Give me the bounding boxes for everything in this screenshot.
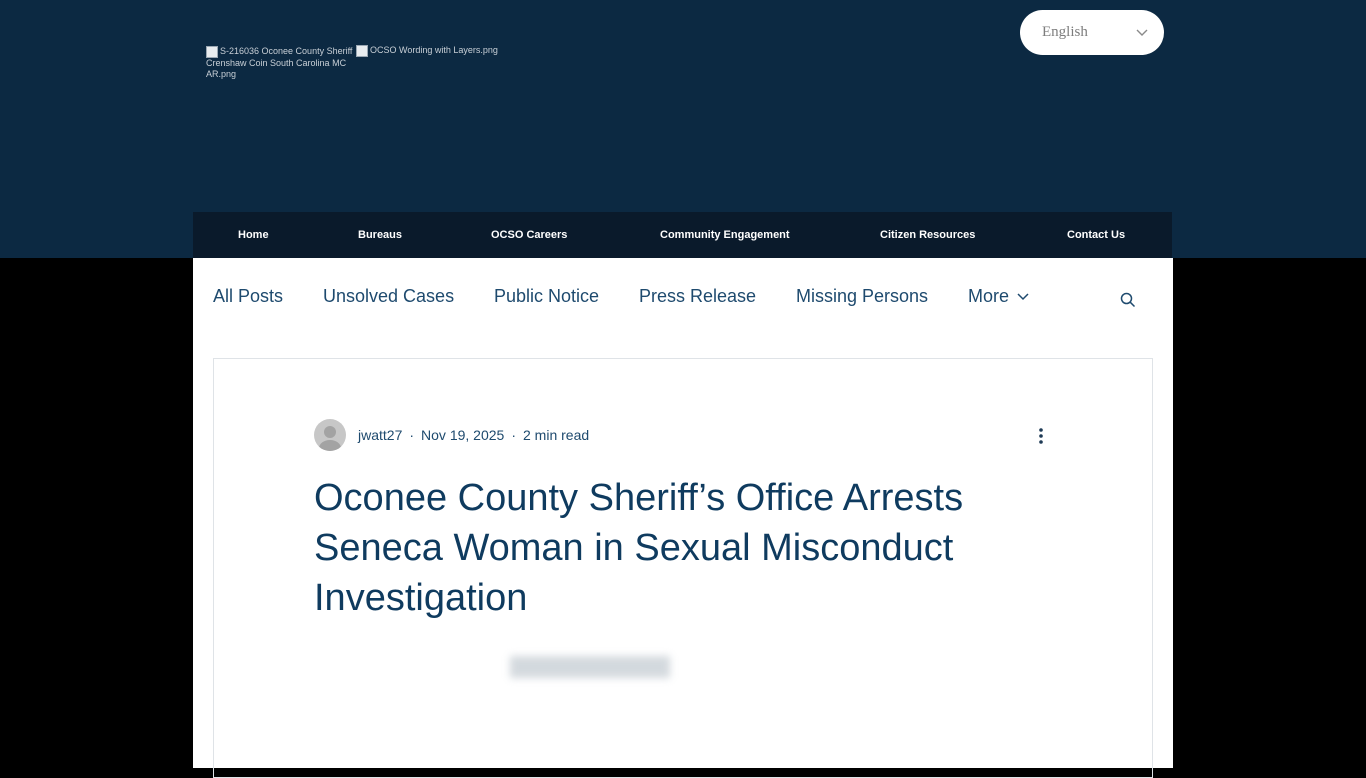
ocso-wording-logo-alt: OCSO Wording with Layers.png [370,45,498,55]
search-icon[interactable] [1119,291,1137,309]
category-public-notice[interactable]: Public Notice [494,286,599,307]
loading-placeholder [510,656,670,678]
nav-item-community-engagement[interactable]: Community Engagement [660,212,790,258]
chevron-down-icon [1017,292,1029,300]
category-press-release[interactable]: Press Release [639,286,756,307]
main-navigation: Home Bureaus OCSO Careers Community Enga… [193,212,1172,258]
post-meta: jwatt27 · Nov 19, 2025 · 2 min read [314,419,589,451]
broken-image-icon [206,46,218,58]
broken-image-icon [356,45,368,57]
category-all-posts[interactable]: All Posts [213,286,283,307]
post-date: Nov 19, 2025 [421,427,505,443]
post-title: Oconee County Sheriff’s Office Arrests S… [314,477,964,619]
post-read-time: 2 min read [523,427,590,443]
user-icon [319,426,341,451]
sheriff-coin-logo-alt: S-216036 Oconee County Sheriff Crenshaw … [206,46,353,79]
post-author[interactable]: jwatt27 [358,427,402,443]
category-unsolved-cases[interactable]: Unsolved Cases [323,286,454,307]
site-header: S-216036 Oconee County Sheriff Crenshaw … [0,0,1366,258]
blog-post-card: jwatt27 · Nov 19, 2025 · 2 min read Ocon… [213,358,1153,778]
category-more-label: More [968,286,1010,306]
sheriff-coin-logo[interactable]: S-216036 Oconee County Sheriff Crenshaw … [206,46,356,80]
more-actions-icon[interactable] [1034,425,1048,447]
nav-item-ocso-careers[interactable]: OCSO Careers [491,212,567,258]
language-selector[interactable]: English [1020,10,1164,55]
author-avatar[interactable] [314,419,346,451]
ocso-wording-logo[interactable]: OCSO Wording with Layers.png [356,45,526,57]
nav-item-citizen-resources[interactable]: Citizen Resources [880,212,975,258]
chevron-down-icon [1136,29,1148,36]
blog-content-area: All Posts Unsolved Cases Public Notice P… [193,258,1173,778]
category-more-dropdown[interactable]: More [968,286,1029,307]
nav-item-bureaus[interactable]: Bureaus [358,212,402,258]
nav-item-contact-us[interactable]: Contact Us [1067,212,1125,258]
category-missing-persons[interactable]: Missing Persons [796,286,928,307]
meta-separator: · [409,427,415,443]
nav-item-home[interactable]: Home [238,212,269,258]
meta-separator: · [511,427,516,443]
language-selected-value: English [1042,24,1088,40]
